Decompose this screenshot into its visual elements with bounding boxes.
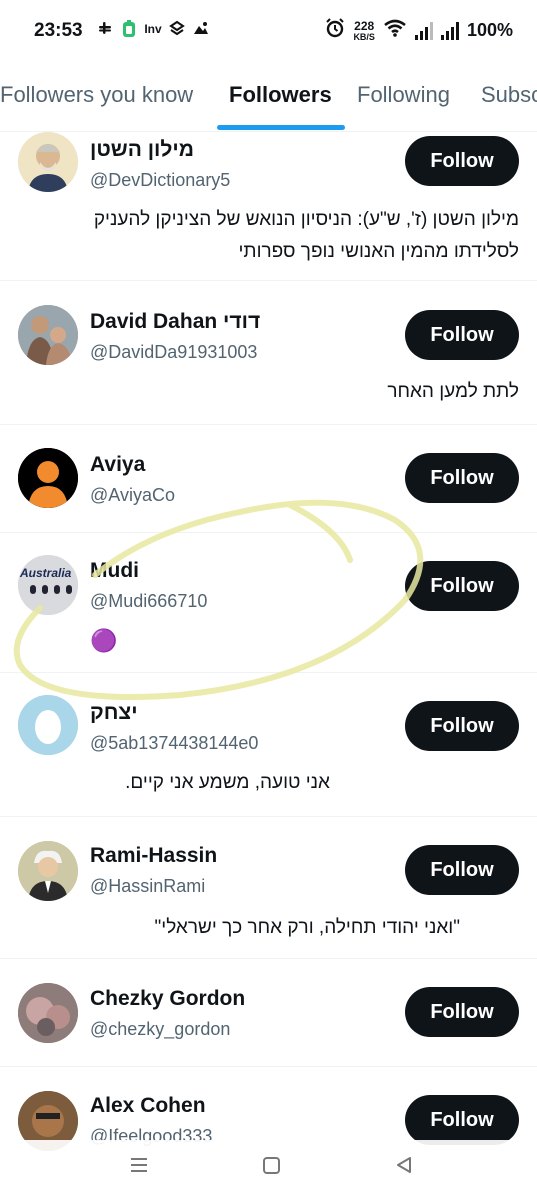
follower-bio: "ואני יהודי תחילה, ורק אחר כך ישראלי": [154, 917, 460, 938]
back-triangle-icon[interactable]: [389, 1154, 419, 1184]
follower-row[interactable]: Aviya @AviyaCo Follow: [0, 425, 537, 533]
avatar[interactable]: [18, 132, 78, 192]
follower-name[interactable]: David Dahan דודי: [90, 310, 260, 334]
status-system-icons: 228 KB/S 100%: [325, 18, 513, 43]
follower-handle[interactable]: @Mudi666710: [90, 591, 207, 612]
network-speed: 228 KB/S: [353, 20, 375, 42]
follow-button[interactable]: Follow: [405, 561, 519, 611]
follower-name[interactable]: Aviya: [90, 453, 145, 477]
follower-bio: מילון השטן (ז', ש"ע): הניסיון הנואש של ה…: [93, 209, 519, 262]
avatar-text: Australia: [19, 566, 72, 580]
follower-row[interactable]: מילון השטן @DevDictionary5 Follow מילון …: [0, 132, 537, 281]
follower-name[interactable]: Mudi: [90, 559, 139, 583]
follower-handle[interactable]: @DevDictionary5: [90, 170, 230, 191]
inv-icon: Inv: [144, 22, 162, 36]
follower-name[interactable]: Alex Cohen: [90, 1094, 206, 1118]
follower-handle[interactable]: @DavidDa91931003: [90, 342, 257, 363]
follower-handle[interactable]: @5ab1374438144e0: [90, 733, 258, 754]
avatar[interactable]: [18, 305, 78, 365]
follow-button[interactable]: Follow: [405, 136, 519, 186]
follower-row[interactable]: יצחק @5ab1374438144e0 Follow אני טועה, מ…: [0, 673, 537, 817]
follow-button[interactable]: Follow: [405, 701, 519, 751]
battery-saver-icon: [120, 20, 138, 38]
avatar[interactable]: [18, 841, 78, 901]
network-speed-value: 228: [354, 18, 375, 33]
follower-row[interactable]: Australia Mudi @Mudi666710 Follow 🟣: [0, 533, 537, 673]
status-notification-icons: Inv: [96, 20, 210, 38]
stack-icon: [168, 20, 186, 38]
follower-row[interactable]: Rami-Hassin @HassinRami Follow "ואני יהו…: [0, 817, 537, 959]
avatar[interactable]: Australia: [18, 555, 78, 615]
avatar[interactable]: [18, 983, 78, 1043]
status-bar: 23:53 Inv 228 KB/S 100%: [0, 0, 537, 62]
follower-name[interactable]: Chezky Gordon: [90, 987, 245, 1011]
follow-button[interactable]: Follow: [405, 1095, 519, 1145]
follower-row[interactable]: David Dahan דודי @DavidDa91931003 Follow…: [0, 281, 537, 425]
follower-bio: לתת למען האחר: [387, 381, 519, 402]
follower-bio: 🟣: [90, 628, 118, 653]
menu-icon[interactable]: [124, 1154, 154, 1184]
alarm-icon: [325, 18, 345, 43]
follower-handle[interactable]: @HassinRami: [90, 876, 205, 897]
tab-subscriptions[interactable]: Subsc: [481, 82, 537, 108]
follower-handle[interactable]: @AviyaCo: [90, 485, 175, 506]
network-speed-unit: KB/S: [353, 31, 375, 42]
battery-level: 100%: [466, 20, 513, 40]
follow-button[interactable]: Follow: [405, 845, 519, 895]
wifi-icon: [383, 19, 407, 42]
follow-button[interactable]: Follow: [405, 987, 519, 1037]
follower-name[interactable]: Rami-Hassin: [90, 844, 217, 868]
active-tab-indicator: [217, 125, 345, 130]
followers-tab-bar: Followers you know Followers Following S…: [0, 62, 537, 132]
tab-followers[interactable]: Followers: [229, 82, 332, 108]
status-time: 23:53: [34, 20, 83, 41]
follower-name[interactable]: מילון השטן: [90, 138, 194, 162]
home-square-icon[interactable]: [256, 1154, 286, 1184]
avatar[interactable]: [18, 448, 78, 508]
avatar[interactable]: [18, 695, 78, 755]
tab-followers-you-know[interactable]: Followers you know: [0, 82, 193, 108]
follow-button[interactable]: Follow: [405, 310, 519, 360]
slack-icon: [96, 20, 114, 38]
signal-icon-2: [440, 21, 459, 40]
follower-handle[interactable]: @chezky_gordon: [90, 1019, 230, 1040]
signal-icon-1: [414, 21, 433, 40]
follower-bio: אני טועה, משמע אני קיים.: [125, 772, 330, 793]
tab-following[interactable]: Following: [357, 82, 450, 108]
follow-button[interactable]: Follow: [405, 453, 519, 503]
follower-row[interactable]: Chezky Gordon @chezky_gordon Follow: [0, 959, 537, 1067]
system-nav-bar: [0, 1140, 537, 1199]
photo-icon: [192, 20, 210, 38]
follower-name[interactable]: יצחק: [90, 701, 138, 725]
